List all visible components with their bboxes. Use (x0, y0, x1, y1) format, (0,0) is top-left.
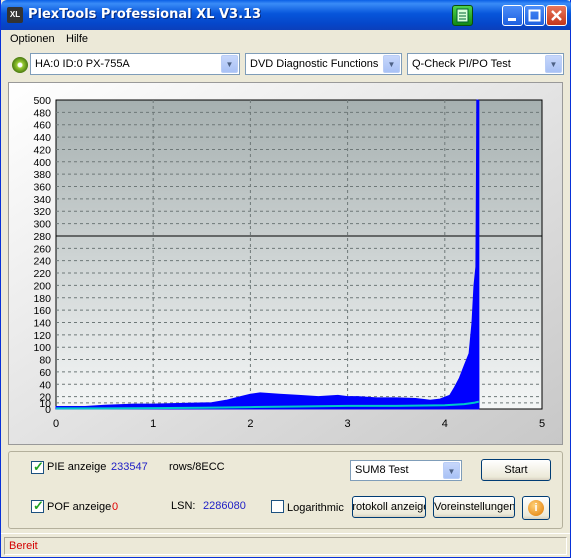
y-tick-label: 280 (33, 231, 51, 243)
y-tick-label: 420 (33, 144, 51, 156)
y-tick-label: 440 (33, 132, 51, 144)
y-tick-label: 20 (39, 392, 51, 404)
pie-label: PIE anzeigen (47, 461, 107, 473)
menu-optionen[interactable]: Optionen (10, 33, 55, 45)
status-text: Bereit (9, 540, 38, 552)
y-tick-label: 200 (33, 280, 51, 292)
app-logo-icon: XL (7, 7, 23, 23)
logarithmic-checkbox[interactable] (271, 500, 284, 513)
pi-error-chart: 0102040608010012014016018020022024026028… (9, 83, 562, 444)
test-select[interactable]: Q-Check PI/PO Test ▼ (407, 53, 564, 75)
y-tick-label: 220 (33, 268, 51, 280)
settings-button[interactable]: Voreinstellungen (433, 496, 515, 518)
x-tick-label: 2 (247, 418, 253, 430)
status-bar: Bereit (1, 533, 570, 557)
y-tick-label: 360 (33, 182, 51, 194)
status-cell (4, 537, 567, 555)
y-tick-label: 80 (39, 355, 51, 367)
y-tick-label: 380 (33, 169, 51, 181)
pie-value: 233547 (111, 461, 148, 473)
disc-drive-icon (12, 57, 28, 73)
drive-select[interactable]: HA:0 ID:0 PX-755A ▼ (30, 53, 240, 75)
x-tick-label: 4 (442, 418, 448, 430)
minimize-button[interactable] (502, 5, 523, 26)
results-panel: PIE anzeigen 233547 rows/8ECC SUM8 Test … (8, 451, 563, 529)
y-tick-label: 400 (33, 157, 51, 169)
info-button[interactable]: i (522, 496, 550, 520)
logarithmic-label: Logarithmic (287, 502, 344, 514)
chevron-down-icon[interactable]: ▼ (443, 462, 460, 479)
pi-chart-frame: 0 10 20 40 60 80 100 120 140 160 180 200 220 240 260 28… (8, 82, 563, 445)
info-icon: i (528, 500, 544, 516)
menu-bar: Optionen Hilfe (1, 30, 570, 49)
sum-test-select[interactable]: SUM8 Test ▼ (350, 460, 462, 481)
lsn-value: 2286080 (203, 500, 246, 512)
chevron-down-icon[interactable]: ▼ (383, 55, 400, 73)
minimize-icon (508, 18, 516, 21)
pof-label: POF anzeige (47, 501, 112, 513)
title-bar[interactable]: XL PlexTools Professional XL V3.13 (1, 0, 571, 30)
y-tick-label: 320 (33, 206, 51, 218)
series-spike-pie (476, 100, 480, 409)
y-tick-label: 120 (33, 330, 51, 342)
menu-hilfe[interactable]: Hilfe (66, 33, 88, 45)
pie-checkbox[interactable] (31, 459, 44, 475)
drive-select-value: HA:0 ID:0 PX-755A (35, 58, 130, 70)
function-select[interactable]: DVD Diagnostic Functions ▼ (245, 53, 402, 75)
y-tick-label: 100 (33, 342, 51, 354)
y-tick-label: 160 (33, 305, 51, 317)
x-tick-label: 3 (345, 418, 351, 430)
start-button[interactable]: Start (481, 459, 551, 481)
function-select-value: DVD Diagnostic Functions (250, 58, 379, 70)
y-tick-label: 60 (39, 367, 51, 379)
maximize-icon (528, 9, 541, 22)
y-tick-label: 460 (33, 120, 51, 132)
pie-unit: rows/8ECC (169, 461, 225, 473)
x-tick-label: 0 (53, 418, 59, 430)
window-title: PlexTools Professional XL V3.13 (28, 7, 262, 22)
test-select-value: Q-Check PI/PO Test (412, 58, 511, 70)
y-tick-label: 480 (33, 107, 51, 119)
x-tick-label: 1 (150, 418, 156, 430)
chevron-down-icon[interactable]: ▼ (221, 55, 238, 73)
protocol-button[interactable]: Protokoll anzeigen (352, 496, 426, 518)
y-tick-label: 500 (33, 95, 51, 107)
lsn-label: LSN: (171, 500, 196, 512)
y-tick-label: 260 (33, 243, 51, 255)
sum-test-value: SUM8 Test (355, 464, 409, 476)
app-window: XL PlexTools Professional XL V3.13 Optio… (0, 0, 571, 558)
chevron-down-icon[interactable]: ▼ (545, 55, 562, 73)
close-button[interactable] (546, 5, 567, 26)
y-tick-label: 300 (33, 219, 51, 231)
printer-icon (456, 8, 469, 23)
y-tick-label: 340 (33, 194, 51, 206)
pof-checkbox[interactable] (31, 498, 44, 514)
y-tick-label: 240 (33, 256, 51, 268)
y-tick-label: 140 (33, 317, 51, 329)
close-icon (551, 10, 562, 21)
plextor-icon-button[interactable] (452, 5, 473, 26)
maximize-button[interactable] (524, 5, 545, 26)
pof-value: 0 (112, 501, 119, 513)
y-tick-label: 180 (33, 293, 51, 305)
y-tick-label: 40 (39, 379, 51, 391)
x-tick-label: 5 (539, 418, 545, 430)
